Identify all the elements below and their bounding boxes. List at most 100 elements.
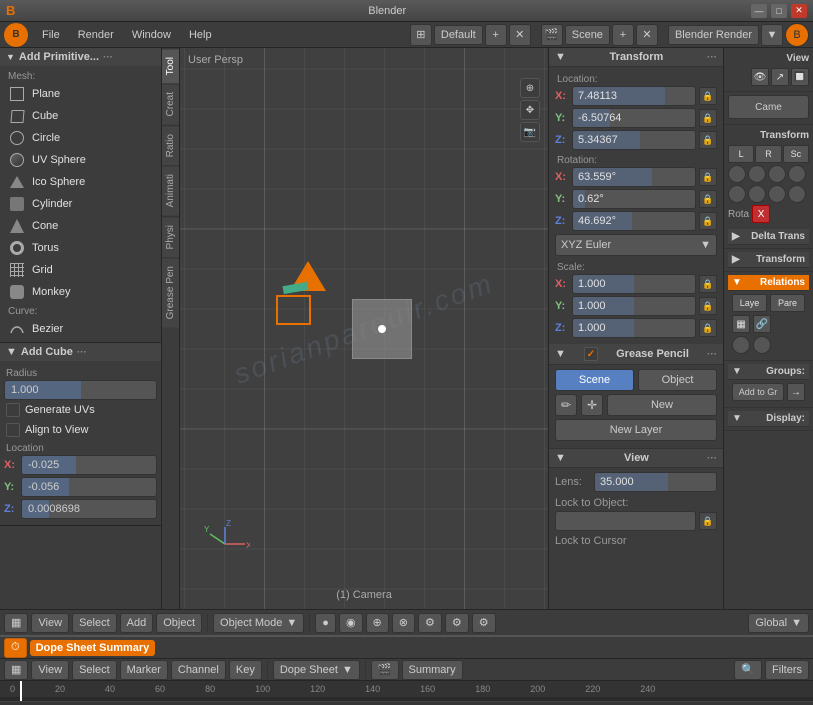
fr-icon-2[interactable]: ↗ (771, 68, 789, 86)
scale-y-field[interactable]: 1.000 (572, 296, 696, 316)
viewport-3d[interactable]: sorianparquir.com User Persp X Y Z (180, 48, 548, 609)
fr-circle-1[interactable] (728, 165, 746, 183)
vt-settings-2[interactable]: ⚙ (445, 613, 469, 633)
fr-circle-6[interactable] (748, 185, 766, 203)
vt-snap-icon[interactable]: ⊗ (392, 613, 415, 633)
fr-l-btn[interactable]: L (728, 145, 754, 163)
vt-solid-icon[interactable]: ◉ (339, 613, 363, 633)
add-cube-header[interactable]: ▼ Add Cube ··· (0, 343, 161, 361)
mesh-cube[interactable]: Cube (4, 105, 157, 127)
fr-circle-5[interactable] (728, 185, 746, 203)
tab-animation[interactable]: Animati (162, 165, 179, 215)
generate-uvs-checkbox[interactable] (6, 403, 20, 417)
mesh-circle[interactable]: Circle (4, 127, 157, 149)
lens-field[interactable]: 35.000 (594, 472, 717, 492)
fr-circle-8[interactable] (788, 185, 806, 203)
fr-groups-header[interactable]: ▼ Groups: (728, 364, 809, 380)
rot-x-field[interactable]: 63.559° (572, 167, 696, 187)
tab-physics[interactable]: Physi (162, 216, 179, 257)
gp-checkbox[interactable] (584, 347, 598, 361)
menu-file[interactable]: File (34, 27, 68, 43)
fr-transform2-header[interactable]: ▶ Transform (728, 252, 809, 268)
mesh-plane[interactable]: Plane (4, 83, 157, 105)
fr-circle-2[interactable] (748, 165, 766, 183)
rot-x-lock[interactable]: 🔒 (699, 168, 717, 186)
vt-view-btn[interactable]: View (31, 613, 69, 633)
lock-object-lock[interactable]: 🔒 (699, 512, 717, 530)
menu-render[interactable]: Render (70, 27, 122, 43)
lock-object-field[interactable] (555, 511, 696, 531)
tab-grease-pencil[interactable]: Grease Pen (162, 257, 179, 327)
transform-header[interactable]: ▼ Transform ··· (549, 48, 723, 67)
fr-parent-icon[interactable]: 🔗 (753, 315, 771, 333)
mesh-cone[interactable]: Cone (4, 215, 157, 237)
rot-z-lock[interactable]: 🔒 (699, 212, 717, 230)
vt-object-btn[interactable]: Object (156, 613, 202, 633)
rot-z-field[interactable]: 46.692° (572, 211, 696, 231)
vt-icon-btn[interactable]: ▦ (4, 613, 28, 633)
vt-select-btn[interactable]: Select (72, 613, 117, 633)
trans-y-field[interactable]: -6.50764 (572, 108, 696, 128)
trans-y-lock[interactable]: 🔒 (699, 109, 717, 127)
layout-icon[interactable]: ⊞ (410, 24, 432, 46)
layout-selector[interactable]: Default (434, 25, 483, 45)
menu-help[interactable]: Help (181, 27, 220, 43)
fr-sc-btn[interactable]: Sc (783, 145, 809, 163)
mesh-grid[interactable]: Grid (4, 259, 157, 281)
render-options-btn[interactable]: ▼ (761, 24, 783, 46)
maximize-button[interactable]: □ (771, 4, 787, 18)
fr-layer-icon[interactable]: ▦ (732, 315, 750, 333)
trans-x-field[interactable]: 7.48113 (572, 86, 696, 106)
scale-x-lock[interactable]: 🔒 (699, 275, 717, 293)
add-primitive-header[interactable]: ▼ Add Primitive... ··· (0, 48, 161, 66)
mesh-monkey[interactable]: Monkey (4, 281, 157, 303)
fr-circle-7[interactable] (768, 185, 786, 203)
menu-window[interactable]: Window (124, 27, 179, 43)
gp-move-btn[interactable]: ✛ (581, 394, 603, 416)
loc-x-field[interactable]: -0.025 (21, 455, 157, 475)
fr-toggle-1[interactable] (732, 336, 750, 354)
trans-z-lock[interactable]: 🔒 (699, 131, 717, 149)
add-scene-btn[interactable]: + (612, 24, 634, 46)
curve-bezier[interactable]: Bezier (4, 318, 157, 340)
fr-circle-3[interactable] (768, 165, 786, 183)
vt-mode-selector[interactable]: Object Mode ▼ (213, 613, 304, 633)
tab-create[interactable]: Creat (162, 83, 179, 124)
remove-layout-btn[interactable]: ✕ (509, 24, 531, 46)
align-view-row[interactable]: Align to View (4, 420, 157, 440)
fr-add-group-icon[interactable]: → (787, 383, 805, 401)
scene-selector[interactable]: Scene (565, 25, 610, 45)
fr-icon-3[interactable]: 🔲 (791, 68, 809, 86)
trans-x-lock[interactable]: 🔒 (699, 87, 717, 105)
minimize-button[interactable]: — (751, 4, 767, 18)
vt-settings-3[interactable]: ⚙ (472, 613, 496, 633)
render-engine-selector[interactable]: Blender Render (668, 25, 759, 45)
loc-y-field[interactable]: -0.056 (21, 477, 157, 497)
nav-camera-icon[interactable]: 📷 (520, 122, 540, 142)
fr-add-group-btn[interactable]: Add to Gr (732, 383, 784, 401)
vt-settings-1[interactable]: ⚙ (418, 613, 442, 633)
scale-z-lock[interactable]: 🔒 (699, 319, 717, 337)
add-layout-btn[interactable]: + (485, 24, 507, 46)
view-header[interactable]: ▼ View ··· (549, 448, 723, 468)
mesh-uvsphere[interactable]: UV Sphere (4, 149, 157, 171)
fr-display-header[interactable]: ▼ Display: (728, 411, 809, 427)
fr-circle-4[interactable] (788, 165, 806, 183)
gp-object-btn[interactable]: Object (638, 369, 717, 391)
fr-relations-header[interactable]: ▼ Relations (728, 275, 809, 291)
fr-camera-btn[interactable]: Came (728, 95, 809, 119)
ds-icon-btn[interactable]: ⏱ (4, 638, 27, 658)
fr-x-button[interactable]: X (752, 205, 770, 223)
grease-pencil-header[interactable]: ▼ Grease Pencil ··· (549, 344, 723, 365)
scale-y-lock[interactable]: 🔒 (699, 297, 717, 315)
fr-icon-1[interactable]: 👁 (751, 68, 769, 86)
rot-y-lock[interactable]: 🔒 (699, 190, 717, 208)
mesh-torus[interactable]: Torus (4, 237, 157, 259)
trans-z-field[interactable]: 5.34367 (572, 130, 696, 150)
euler-select[interactable]: XYZ Euler ▼ (555, 234, 717, 256)
ds-content[interactable]: 0 20 40 60 80 100 120 140 160 180 200 22… (0, 681, 813, 705)
fr-delta-header[interactable]: ▶ Delta Trans (728, 229, 809, 245)
close-button[interactable]: ✕ (791, 4, 807, 18)
scale-x-field[interactable]: 1.000 (572, 274, 696, 294)
vt-global-selector[interactable]: Global ▼ (748, 613, 809, 633)
